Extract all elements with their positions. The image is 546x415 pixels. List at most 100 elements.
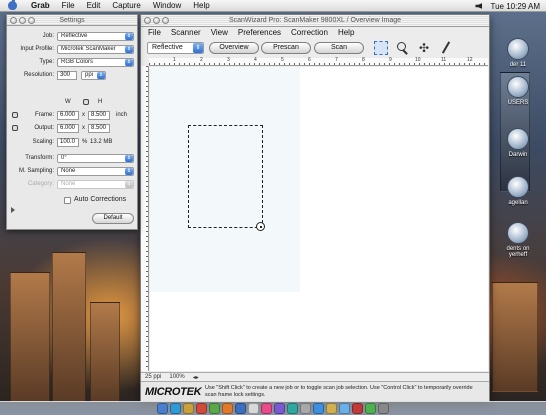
settings-panel: Settings Job: Reflective ⇕ Input Profile… (6, 14, 138, 230)
dock-finder-icon[interactable] (157, 403, 168, 414)
main-menu-file[interactable]: File (143, 28, 166, 37)
menu-file[interactable]: File (56, 1, 81, 10)
popup-arrows-icon: ⇕ (193, 43, 203, 53)
hard-disk-icon (507, 38, 529, 60)
lock-aspect-icon[interactable] (83, 99, 89, 105)
apple-menu-icon[interactable] (8, 0, 17, 10)
scaling-label: Scaling: (32, 139, 54, 145)
minimize-button[interactable] (19, 17, 26, 24)
main-menu-correction[interactable]: Correction (286, 28, 333, 37)
menu-edit[interactable]: Edit (81, 1, 107, 10)
help-bar: MICROTEK Use "Shift Click" to create a n… (141, 381, 489, 401)
dock-app-icon[interactable] (248, 403, 259, 414)
main-zoom-button[interactable] (162, 17, 169, 24)
scaling-field[interactable]: 100.0 (57, 137, 79, 147)
status-ppi: 25 ppi (145, 374, 162, 380)
desktop-icon-darwin[interactable]: Darwin (498, 128, 538, 158)
dock-app-icon[interactable] (300, 403, 311, 414)
frame-width-field[interactable]: 6.000 (57, 110, 79, 120)
dock-app-icon[interactable] (235, 403, 246, 414)
output-label: Output: (34, 125, 54, 131)
close-button[interactable] (10, 17, 17, 24)
job-popup[interactable]: Reflective ⇕ (57, 31, 134, 41)
menu-help[interactable]: Help (187, 1, 215, 10)
desktop-icon-users[interactable]: USERS (498, 76, 538, 106)
overview-button[interactable]: Overview (209, 42, 259, 54)
move-tool-icon[interactable]: ✣ (417, 41, 431, 55)
dock-app-icon[interactable] (196, 403, 207, 414)
disclosure-triangle-icon[interactable] (11, 207, 15, 213)
horizontal-ruler: 1 2 3 4 5 6 7 8 9 10 11 12 (149, 57, 488, 66)
scan-mode-popup[interactable]: Reflective ⇕ (147, 42, 204, 54)
dock-app-icon[interactable] (274, 403, 285, 414)
type-label: Type: (39, 59, 54, 65)
main-menu-help[interactable]: Help (333, 28, 359, 37)
hard-disk-icon (507, 222, 529, 244)
input-profile-popup[interactable]: Microtek ScanMaker ⇕ (57, 44, 134, 54)
menu-capture[interactable]: Capture (106, 1, 146, 10)
prescan-button[interactable]: Prescan (261, 42, 311, 54)
status-zoom[interactable]: 100% (165, 374, 188, 380)
dock-app-icon[interactable] (183, 403, 194, 414)
zoom-arrows-icon[interactable]: ◂▸ (189, 374, 203, 381)
desktop-icon-students[interactable]: dents on yerheff (498, 222, 538, 258)
scan-button[interactable]: Scan (314, 42, 364, 54)
desktop-icon-magellan[interactable]: agellan (498, 176, 538, 206)
main-window-title: ScanWizard Pro: ScanMaker 9800XL / Overv… (228, 17, 402, 24)
zoom-button[interactable] (28, 17, 35, 24)
dock-app-icon[interactable] (339, 403, 350, 414)
resolution-unit-popup[interactable]: ppi ⇕ (81, 70, 106, 80)
main-menu-view[interactable]: View (206, 28, 233, 37)
selection-tool-icon[interactable] (374, 41, 388, 55)
zoom-tool-icon[interactable] (395, 41, 409, 55)
dock (0, 401, 546, 415)
dock-app-icon[interactable] (352, 403, 363, 414)
input-profile-label: Input Profile: (20, 46, 54, 52)
dock-app-icon[interactable] (209, 403, 220, 414)
popup-arrows-icon: ⇕ (125, 32, 133, 40)
settings-titlebar[interactable]: Settings (7, 15, 137, 26)
frame-label: Frame: (34, 112, 54, 118)
main-close-button[interactable] (144, 17, 151, 24)
default-button[interactable]: Default (92, 213, 134, 224)
category-label: Category: (27, 181, 54, 187)
clock[interactable]: Tue 10:29 AM (490, 2, 540, 11)
main-minimize-button[interactable] (153, 17, 160, 24)
output-height-field[interactable]: 8.500 (88, 123, 110, 133)
transform-popup[interactable]: 0° ⇕ (57, 153, 134, 163)
dock-app-icon[interactable] (287, 403, 298, 414)
height-column-label: H (98, 99, 103, 105)
frame-height-field[interactable]: 8.500 (88, 110, 110, 120)
frame-resize-handle-icon[interactable] (256, 222, 265, 231)
hard-disk-icon (507, 76, 529, 98)
dock-app-icon[interactable] (365, 403, 376, 414)
help-text: Use "Shift Click" to create a new job or… (205, 385, 473, 398)
desktop-icon-volume[interactable]: der 11 (498, 38, 538, 68)
dock-app-icon[interactable] (261, 403, 272, 414)
menu-app-grab[interactable]: Grab (25, 1, 56, 10)
output-width-field[interactable]: 6.000 (57, 123, 79, 133)
eyedropper-tool-icon[interactable] (439, 41, 453, 55)
dock-trash-icon[interactable] (378, 403, 389, 414)
menu-window[interactable]: Window (147, 1, 187, 10)
main-menu-preferences[interactable]: Preferences (233, 28, 286, 37)
resolution-field[interactable]: 300 (57, 70, 77, 80)
auto-corrections-checkbox[interactable] (64, 197, 71, 204)
overview-canvas[interactable] (150, 67, 488, 371)
type-popup[interactable]: RGB Colors ⇕ (57, 57, 134, 67)
msampling-popup[interactable]: None ⇕ (57, 166, 134, 176)
dock-app-icon[interactable] (326, 403, 337, 414)
main-menu-scanner[interactable]: Scanner (166, 28, 206, 37)
dock-app-icon[interactable] (313, 403, 324, 414)
auto-corrections-label[interactable]: Auto Corrections (74, 196, 126, 203)
volume-icon[interactable] (475, 3, 483, 9)
category-popup: None ⇕ (57, 179, 134, 189)
resolution-label: Resolution: (23, 72, 54, 78)
scan-frame-selection[interactable] (188, 125, 263, 228)
dock-app-icon[interactable] (170, 403, 181, 414)
microtek-logo: MICROTEK (145, 386, 202, 398)
popup-arrows-icon: ⇕ (125, 45, 133, 53)
dock-app-icon[interactable] (222, 403, 233, 414)
main-titlebar[interactable]: ScanWizard Pro: ScanMaker 9800XL / Overv… (141, 15, 489, 27)
hard-disk-icon (507, 128, 529, 150)
